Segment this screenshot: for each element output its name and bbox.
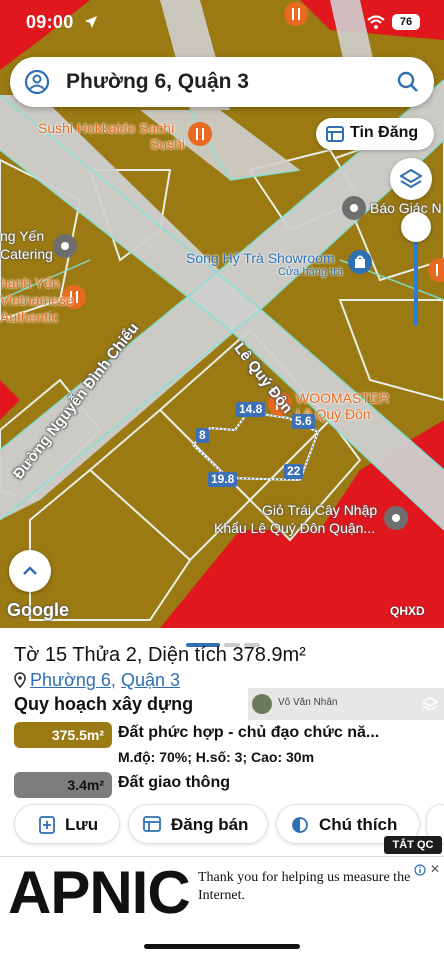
ad-close-icon[interactable]: ✕: [430, 862, 440, 876]
poi-fruit-shop-line2: Khẩu Lê Quý Đôn Quận...: [214, 520, 376, 536]
expand-button[interactable]: [9, 550, 51, 592]
poi-song-hy[interactable]: Song Hỷ Trà Showroom: [186, 250, 335, 266]
search-icon[interactable]: [396, 70, 420, 99]
layers-icon: [400, 168, 422, 189]
bao-giac-pin-icon[interactable]: [342, 196, 366, 220]
wifi-icon: [366, 14, 386, 35]
opacity-slider-knob[interactable]: [401, 212, 431, 242]
ad-message: Thank you for helping us measure the Int…: [198, 870, 411, 903]
dimension-right: 22: [284, 464, 304, 479]
shop-pin-icon[interactable]: [348, 250, 372, 274]
listing-icon: [326, 126, 344, 147]
poi-restaurant-line2: Vietnamese: [0, 292, 74, 308]
hide-ads-button[interactable]: TẮT QC: [384, 836, 442, 854]
legend-label: Chú thích: [319, 815, 398, 834]
parcel-info-sheet[interactable]: Tờ 15 Thửa 2, Diện tích 378.9m² Phường 6…: [0, 628, 444, 856]
dimension-top-right: 5.6: [292, 414, 315, 429]
sushi-pin-icon[interactable]: [188, 122, 212, 146]
sell-button[interactable]: Đăng bán: [128, 804, 268, 844]
user-watermark: Võ Văn Nhân: [248, 688, 444, 720]
poi-song-hy-sub: Cửa hàng trà: [278, 266, 343, 278]
ad-info-icon[interactable]: [414, 863, 426, 881]
google-logo: Google: [7, 600, 69, 620]
zone-area-badge: 3.4m²: [14, 772, 112, 798]
qhxd-label: QHXD: [390, 604, 425, 618]
poi-fruit-shop[interactable]: Giỏ Trái Cây Nhập: [262, 502, 377, 518]
dimension-top: 14.8: [236, 402, 266, 417]
fruit-shop-pin-icon[interactable]: [384, 506, 408, 530]
parcel-title: Tờ 15 Thửa 2, Diện tích 378.9m²: [14, 644, 306, 666]
map-view[interactable]: 09:00 76 Phường 6, Quận 3 Tin Đăng Sushi…: [0, 0, 444, 628]
chevron-up-icon: [23, 566, 37, 575]
layers-watermark-icon: [421, 696, 439, 717]
listing-icon: [143, 816, 161, 837]
ward-link[interactable]: Phường 6: [30, 670, 111, 690]
poi-woomaster[interactable]: WOOMASTER: [296, 390, 389, 406]
dimension-bottom: 19.8: [208, 472, 238, 487]
zone-name: Đất giao thông: [118, 774, 230, 791]
address-separator: ,: [110, 670, 116, 690]
poi-bao-giac[interactable]: Báo Giác N: [370, 200, 442, 216]
search-bar[interactable]: Phường 6, Quận 3: [10, 57, 434, 107]
poi-restaurant-line3: Authentic: [0, 309, 59, 325]
zone-name: Đất phức hợp - chủ đạo chức nă...: [118, 724, 380, 741]
layers-button[interactable]: [390, 158, 432, 200]
save-button[interactable]: Lưu: [14, 804, 120, 844]
search-query[interactable]: Phường 6, Quận 3: [66, 70, 249, 94]
catering-pin-icon[interactable]: [53, 234, 77, 258]
listings-button[interactable]: Tin Đăng: [316, 118, 434, 150]
home-indicator[interactable]: [144, 944, 300, 949]
poi-restaurant[interactable]: hanh Yến: [0, 275, 60, 291]
apnic-logo: APNIC: [8, 859, 191, 926]
poi-sushi[interactable]: Sushi Hokkaido Sachi: [38, 120, 174, 136]
half-circle-icon: [291, 816, 309, 839]
avatar: [252, 694, 272, 714]
planning-heading: Quy hoạch xây dựng: [14, 694, 194, 714]
poi-catering-line2: Catering: [0, 246, 53, 262]
status-bar: 09:00 76: [0, 10, 444, 36]
user-icon[interactable]: [24, 69, 50, 100]
zone-area-badge: 375.5m²: [14, 722, 112, 748]
ad-banner[interactable]: APNIC Thank you for helping us measure t…: [0, 856, 444, 928]
poi-catering[interactable]: ng Yến: [0, 228, 44, 244]
parcel-address: Phường 6, Quận 3: [14, 670, 180, 693]
save-label: Lưu: [65, 815, 99, 834]
status-time: 09:00: [26, 12, 74, 32]
location-arrow-icon: [84, 15, 98, 34]
sell-label: Đăng bán: [171, 815, 249, 834]
watermark-name: Võ Văn Nhân: [278, 697, 338, 708]
location-pin-icon: [14, 672, 26, 693]
poi-sushi-line2: Sushi: [150, 136, 186, 152]
listings-label: Tin Đăng: [350, 124, 419, 141]
dimension-left: 8: [196, 428, 209, 443]
page-indicator: [186, 634, 264, 647]
district-link[interactable]: Quận 3: [121, 670, 180, 690]
save-icon: [39, 816, 55, 839]
zone-params: M.độ: 70%; H.số: 3; Cao: 30m: [118, 749, 315, 765]
battery-icon: 76: [392, 14, 420, 30]
